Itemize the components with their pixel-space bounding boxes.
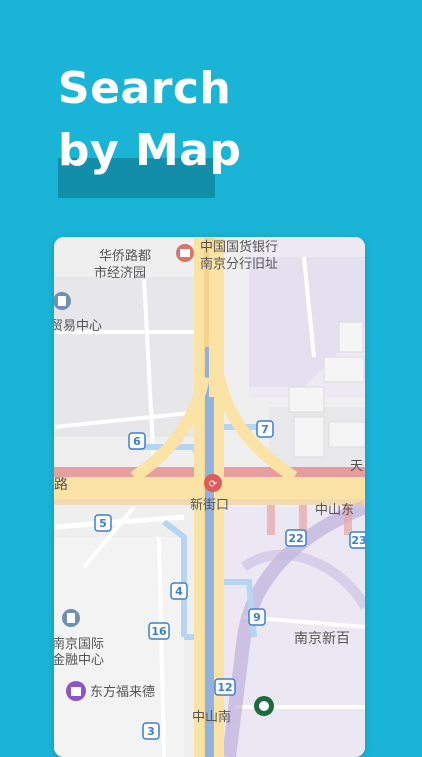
label-zhongshan-east: 中山东 (315, 503, 354, 518)
metro-icon[interactable]: ⟳ (204, 474, 222, 492)
shopping-icon[interactable] (66, 681, 86, 701)
exit-9-label: 9 (253, 611, 261, 624)
svg-text:⟳: ⟳ (209, 479, 218, 490)
exit-12-label: 12 (217, 681, 232, 694)
exit-16-label: 16 (151, 625, 167, 638)
label-bank-1: 中国国货银行 (200, 239, 278, 255)
label-trade: 贸易中心 (54, 319, 102, 334)
label-lu: 路 (54, 477, 68, 493)
exit-3-label: 3 (147, 725, 155, 738)
headline-line1: Search (58, 63, 232, 114)
label-nanjing-new: 南京新百 (294, 631, 350, 647)
exit-4-label: 4 (175, 585, 183, 598)
exit-5-label: 5 (99, 517, 107, 530)
headline: Search by Map (58, 58, 242, 198)
exit-7-label: 7 (261, 423, 269, 436)
building-icon[interactable] (62, 609, 80, 627)
starbucks-icon[interactable] (254, 696, 274, 716)
label-zhongshan-road: 中山南 (192, 709, 231, 725)
headline-line2-wrap: by Map (58, 120, 242, 198)
headline-line2: by Map (58, 125, 242, 176)
label-bank-2: 南京分行旧址 (200, 256, 278, 272)
exit-22-label: 22 (288, 532, 303, 545)
exit-23-label: 23 (351, 534, 365, 547)
label-huaqiao-1: 华侨路都 (99, 248, 151, 264)
landmark-icon[interactable] (176, 244, 194, 262)
map-view[interactable]: ⟳ 6 7 5 22 23 4 9 16 12 3 华侨路都 市经济园 中国国货… (54, 237, 365, 757)
map-card[interactable]: ⟳ 6 7 5 22 23 4 9 16 12 3 华侨路都 市经济园 中国国货… (54, 237, 365, 757)
label-tian: 天 (350, 459, 363, 474)
label-intl-1: 南京国际 (54, 636, 104, 652)
exit-6-label: 6 (133, 435, 141, 448)
label-huaqiao-2: 市经济园 (94, 265, 146, 281)
label-dongfang: 东方福来德 (90, 684, 155, 700)
label-xinjiekou: 新街口 (190, 497, 229, 513)
label-intl-2: 金融中心 (54, 652, 104, 668)
